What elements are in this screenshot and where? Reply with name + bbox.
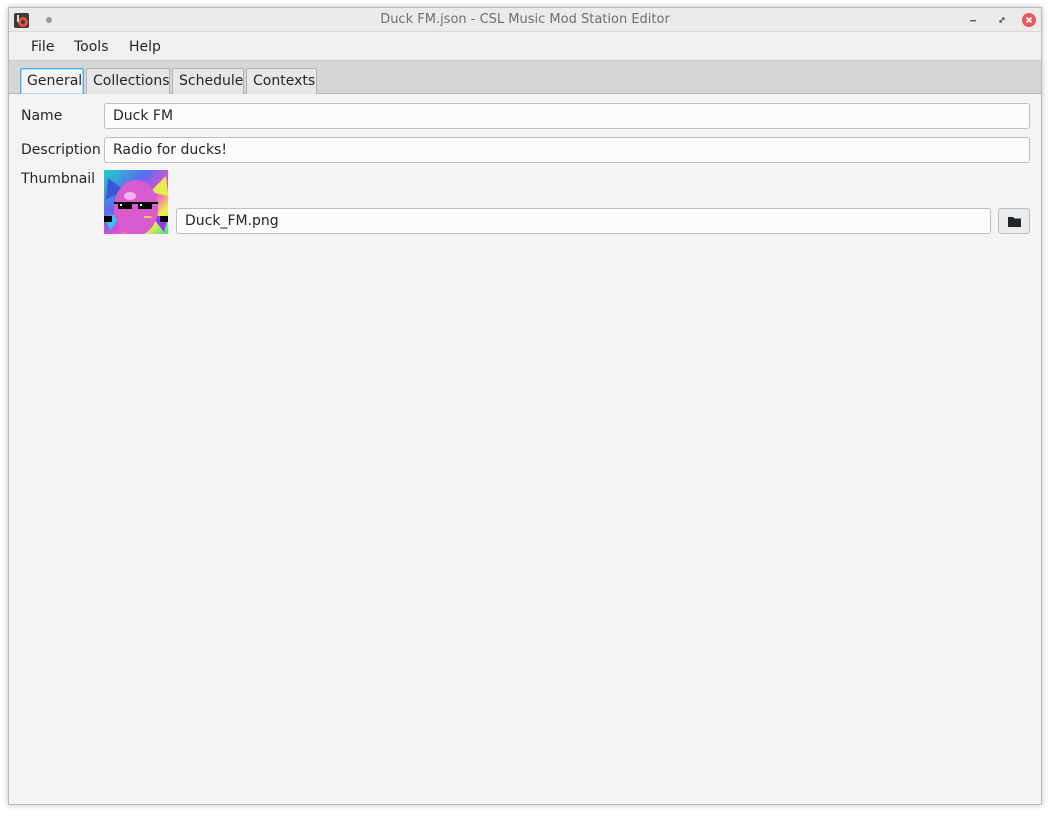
browse-button[interactable] — [998, 208, 1030, 234]
thumbnail-file-field[interactable] — [176, 208, 991, 234]
tab-bar: General Collections Schedule Contexts — [9, 61, 1041, 94]
app-window: Duck FM.json - CSL Music Mod Station Edi… — [8, 7, 1042, 805]
window-title: Duck FM.json - CSL Music Mod Station Edi… — [380, 12, 670, 27]
menu-help[interactable]: Help — [129, 39, 161, 55]
tab-schedule[interactable]: Schedule — [172, 68, 244, 94]
menu-bar: File Tools Help — [9, 32, 1041, 61]
tab-general[interactable]: General — [20, 68, 84, 94]
thumbnail-label: Thumbnail — [21, 171, 96, 187]
tab-contexts[interactable]: Contexts — [246, 68, 317, 94]
close-icon[interactable] — [1022, 13, 1036, 27]
name-field[interactable] — [104, 103, 1030, 129]
menu-file[interactable]: File — [31, 39, 54, 55]
menu-tools[interactable]: Tools — [74, 39, 109, 55]
thumbnail-image — [104, 170, 168, 234]
description-label: Description — [21, 142, 101, 158]
tab-collections[interactable]: Collections — [86, 68, 170, 94]
restore-icon[interactable] — [995, 13, 1009, 27]
folder-icon — [1008, 217, 1021, 227]
minimize-icon[interactable] — [966, 13, 980, 27]
description-field[interactable] — [104, 137, 1030, 163]
name-label: Name — [21, 108, 63, 124]
title-bar[interactable]: Duck FM.json - CSL Music Mod Station Edi… — [9, 8, 1041, 32]
